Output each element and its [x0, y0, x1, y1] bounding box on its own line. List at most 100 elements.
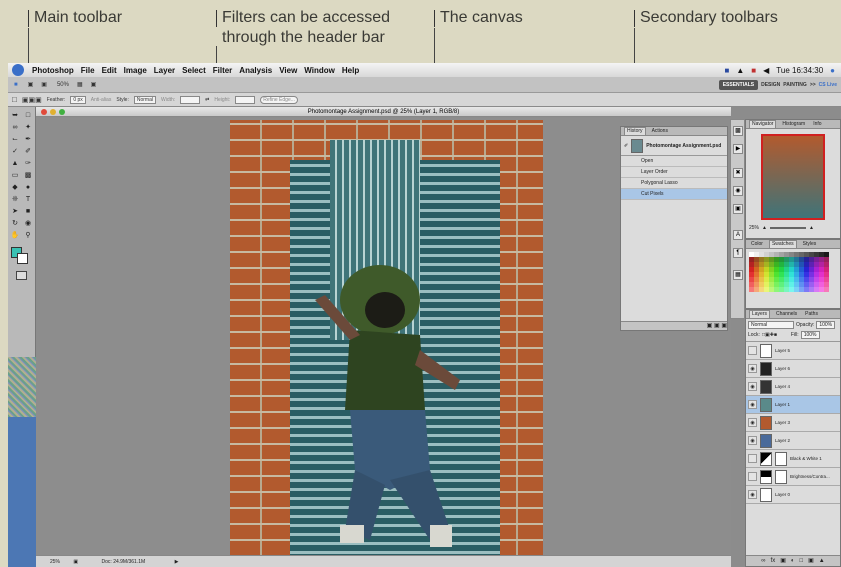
antialias-checkbox[interactable]: Anti-alias	[91, 97, 112, 103]
quick-mask-icon[interactable]	[16, 271, 27, 280]
history-icon[interactable]: ▩	[733, 126, 743, 136]
marquee-tool-icon[interactable]: □	[23, 111, 33, 120]
fx-icon[interactable]: fx	[771, 556, 776, 566]
menu-file[interactable]: File	[81, 66, 95, 75]
hand-tool-icon[interactable]: ✋	[10, 231, 20, 240]
eye-icon[interactable]: ◉	[748, 490, 757, 499]
gradient-tool-icon[interactable]: ▩	[23, 171, 33, 180]
snapshot-brush-icon[interactable]: ✐	[624, 143, 628, 149]
minimize-window-icon[interactable]	[50, 109, 56, 115]
adjustment-layer-icon[interactable]: ◐	[791, 556, 795, 566]
character-icon[interactable]: A	[733, 230, 743, 240]
tab-navigator[interactable]: Navigator	[749, 120, 777, 128]
clone-source-icon[interactable]: ◉	[733, 186, 743, 196]
mask-icon[interactable]: ▣	[780, 556, 786, 566]
style-select[interactable]: Normal	[133, 95, 156, 104]
volume-icon[interactable]: ◀	[763, 66, 769, 75]
layer-row[interactable]: Black & White 1	[746, 450, 840, 468]
brush-tool-icon[interactable]: ✐	[23, 147, 33, 156]
3d-camera-icon[interactable]: ◉	[23, 219, 33, 228]
menu-photoshop[interactable]: Photoshop	[32, 66, 74, 75]
history-brush-icon[interactable]: ✑	[23, 159, 33, 168]
visibility-toggle[interactable]	[748, 346, 757, 355]
brush-presets-icon[interactable]: ▣	[733, 204, 743, 214]
eye-icon[interactable]: ◉	[748, 364, 757, 373]
color-swatch[interactable]	[824, 287, 829, 292]
tab-layers[interactable]: Layers	[749, 310, 771, 318]
tab-channels[interactable]: Channels	[774, 311, 799, 318]
bridge-icon[interactable]: ▣	[28, 81, 34, 88]
trash-icon[interactable]: ▲	[819, 556, 825, 566]
layer-name[interactable]: Layer 1	[775, 402, 790, 407]
dodge-tool-icon[interactable]: ●	[23, 183, 33, 192]
tab-swatches[interactable]: Swatches	[768, 240, 797, 248]
menu-edit[interactable]: Edit	[102, 66, 117, 75]
navigator-preview[interactable]	[761, 134, 825, 220]
menu-image[interactable]: Image	[124, 66, 147, 75]
shape-tool-icon[interactable]: ■	[23, 207, 33, 216]
clock[interactable]: Tue 16:34:30	[776, 66, 823, 75]
layer-name[interactable]: Layer 2	[775, 438, 790, 443]
new-layer-icon[interactable]: ▣	[808, 556, 814, 566]
flag-icon[interactable]: ■	[751, 66, 756, 75]
layer-row[interactable]: ◉ Layer 4	[746, 378, 840, 396]
workspace-more[interactable]: >>	[810, 82, 816, 88]
layer-row[interactable]: ◉ Layer 3	[746, 414, 840, 432]
tab-history[interactable]: History	[624, 127, 646, 135]
tab-histogram[interactable]: Histogram	[780, 121, 807, 128]
tab-actions[interactable]: Actions	[650, 128, 670, 135]
layer-name[interactable]: Brightness/Contra...	[790, 474, 830, 479]
opacity-field[interactable]: 100%	[816, 321, 836, 329]
swatch-grid[interactable]	[746, 249, 840, 295]
background-color-swatch[interactable]	[17, 253, 28, 264]
menu-layer[interactable]: Layer	[154, 66, 175, 75]
menu-filter[interactable]: Filter	[213, 66, 233, 75]
layer-name[interactable]: Layer 4	[775, 384, 790, 389]
path-select-icon[interactable]: ➤	[10, 207, 20, 216]
tab-color[interactable]: Color	[749, 241, 765, 248]
apple-icon[interactable]	[12, 64, 24, 76]
workspace-essentials[interactable]: ESSENTIALS	[718, 80, 759, 90]
blend-mode-select[interactable]: Normal	[748, 321, 794, 329]
close-window-icon[interactable]	[41, 109, 47, 115]
layer-name[interactable]: Layer 6	[775, 366, 790, 371]
width-field[interactable]	[180, 95, 201, 104]
layer-row[interactable]: Brightness/Contra...	[746, 468, 840, 486]
history-step[interactable]: Polygonal Lasso	[621, 178, 727, 189]
visibility-toggle[interactable]	[748, 472, 757, 481]
cs-live-button[interactable]: CS Live	[819, 82, 837, 88]
layer-row-selected[interactable]: ◉ Layer 1	[746, 396, 840, 414]
zoom-slider[interactable]	[769, 227, 806, 229]
status-menu-icon[interactable]: ▶	[175, 559, 179, 565]
spotlight-icon[interactable]: ●	[830, 66, 835, 75]
eyedropper-icon[interactable]: ✒	[23, 135, 33, 144]
zoom-out-icon[interactable]: ▲	[762, 225, 767, 231]
menu-analysis[interactable]: Analysis	[239, 66, 272, 75]
new-snapshot-icon[interactable]: ▣ ▣ ▣	[707, 323, 727, 329]
workspace-design[interactable]: DESIGN	[761, 82, 780, 88]
zoom-field[interactable]: 25%	[50, 559, 60, 565]
maximize-window-icon[interactable]	[59, 109, 65, 115]
link-icon[interactable]: ∞	[761, 556, 765, 566]
eraser-tool-icon[interactable]: ▭	[10, 171, 20, 180]
quick-select-icon[interactable]: ✦	[23, 123, 33, 132]
menu-select[interactable]: Select	[182, 66, 206, 75]
selection-mode-icons[interactable]: ▣▣▣	[22, 96, 42, 104]
paragraph-icon[interactable]: ¶	[733, 248, 743, 258]
eye-icon[interactable]: ◉	[748, 418, 757, 427]
arrange-icon[interactable]: ▦	[77, 81, 83, 88]
type-tool-icon[interactable]: T	[23, 195, 33, 204]
layer-name[interactable]: Layer 0	[775, 492, 790, 497]
folder-icon[interactable]: □	[800, 556, 804, 566]
lasso-tool-icon[interactable]: ∞	[10, 123, 20, 132]
lock-icons[interactable]: □▣✚■	[762, 332, 777, 338]
zoom-in-icon[interactable]: ▲	[809, 225, 814, 231]
history-step-selected[interactable]: Cut Pixels	[621, 189, 727, 200]
snapshot-name[interactable]: Photomontage Assignment.psd	[646, 143, 721, 149]
zoom-level-select[interactable]: 50%	[57, 82, 69, 88]
eye-icon[interactable]: ◉	[748, 400, 757, 409]
clone-stamp-icon[interactable]: ▲	[10, 159, 20, 168]
menu-help[interactable]: Help	[342, 66, 359, 75]
layer-name[interactable]: Layer 5	[775, 348, 790, 353]
layer-row[interactable]: Layer 5	[746, 342, 840, 360]
